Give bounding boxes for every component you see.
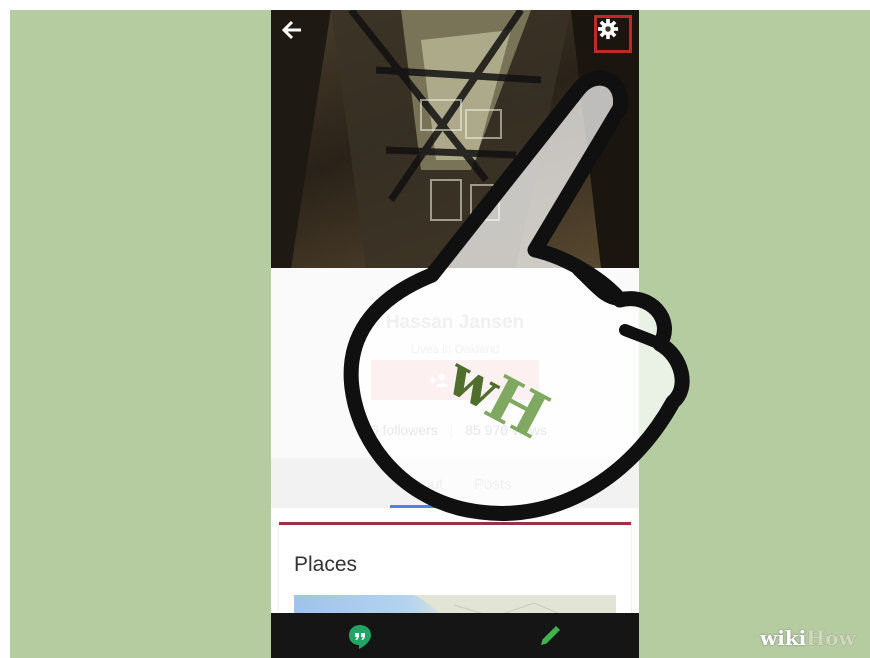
wikihow-watermark: wikiHow bbox=[760, 626, 856, 650]
add-person-icon bbox=[428, 373, 448, 387]
gear-icon bbox=[597, 18, 619, 40]
tab-posts[interactable]: Posts bbox=[474, 476, 512, 493]
profile-tabs: About Posts bbox=[271, 458, 639, 508]
profile-name: Hassan Jansen bbox=[385, 312, 525, 333]
tutorial-frame: Hassan Jansen Lives in Oakland Add 16 fo… bbox=[10, 10, 870, 658]
add-button-label: Add bbox=[456, 372, 482, 388]
watermark-how: How bbox=[806, 626, 856, 650]
phone-screen: Hassan Jansen Lives in Oakland Add 16 fo… bbox=[271, 10, 639, 658]
stats-divider: | bbox=[449, 422, 454, 438]
bottom-bar bbox=[271, 613, 639, 658]
watermark-wiki: wiki bbox=[760, 626, 807, 650]
profile-location: Lives in Oakland bbox=[410, 342, 500, 356]
profile-section: Hassan Jansen Lives in Oakland Add 16 fo… bbox=[271, 268, 639, 458]
tab-indicator bbox=[390, 505, 454, 508]
add-to-circles-button[interactable]: Add bbox=[371, 360, 539, 400]
arrow-left-icon bbox=[281, 20, 301, 40]
compose-button[interactable] bbox=[539, 625, 561, 652]
settings-button[interactable] bbox=[594, 15, 632, 53]
tab-about[interactable]: About bbox=[404, 476, 443, 493]
building-image bbox=[271, 10, 639, 268]
pencil-icon bbox=[541, 626, 560, 645]
followers-count: 16 followers bbox=[363, 422, 438, 438]
hangouts-icon bbox=[349, 625, 371, 649]
back-button[interactable] bbox=[281, 19, 313, 51]
hangouts-button[interactable] bbox=[348, 624, 372, 655]
views-count: 85 976 views bbox=[465, 422, 547, 438]
profile-stats: 16 followers | 85 976 views bbox=[271, 422, 639, 438]
cover-photo bbox=[271, 10, 639, 268]
places-title: Places bbox=[294, 553, 358, 576]
